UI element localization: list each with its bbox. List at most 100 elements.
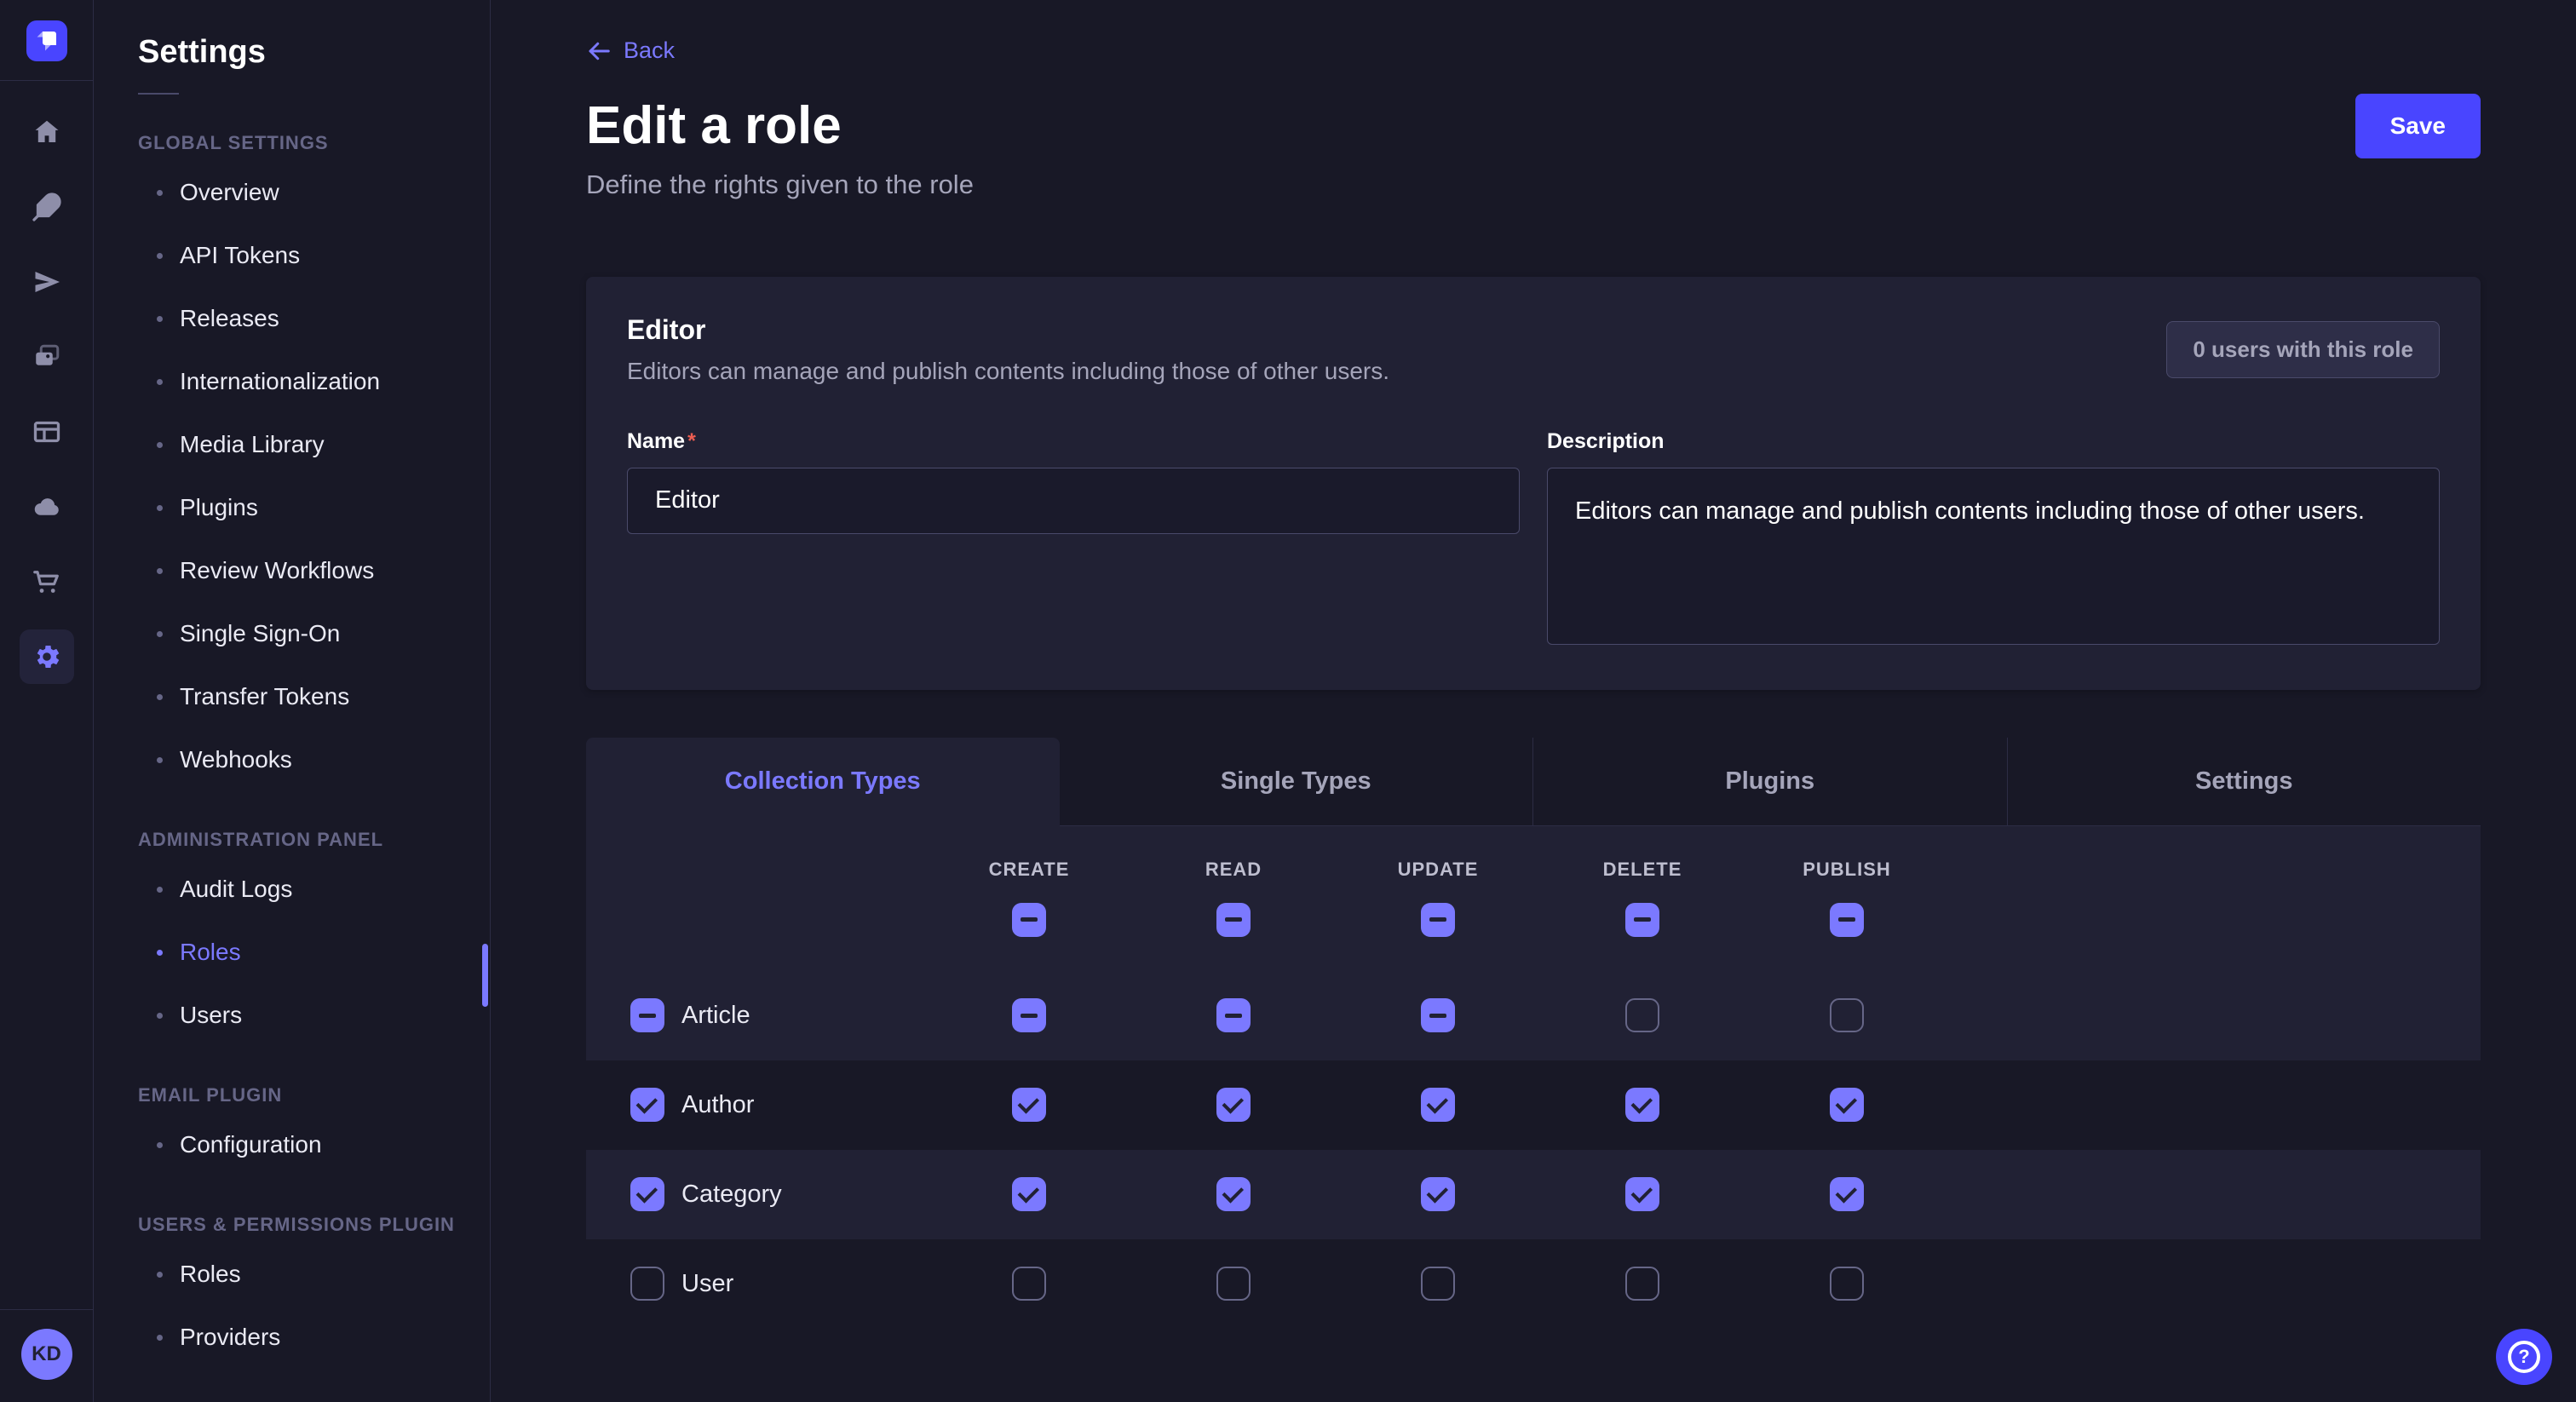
- checkbox-author-publish[interactable]: [1830, 1088, 1864, 1122]
- layout-icon[interactable]: [20, 405, 74, 459]
- tab-plugins[interactable]: Plugins: [1532, 738, 2007, 825]
- permissions-table: CREATE READ UPDATE DELETE PUBLISH: [586, 826, 2481, 1329]
- checkbox-article-create[interactable]: [1012, 998, 1046, 1032]
- main-content: Back Edit a role Define the rights given…: [491, 0, 2576, 1402]
- sidebar-item-releases[interactable]: Releases: [138, 287, 490, 350]
- checkbox-category-publish[interactable]: [1830, 1177, 1864, 1211]
- sidebar-item-label: Transfer Tokens: [180, 683, 349, 710]
- sidebar-item-audit-logs[interactable]: Audit Logs: [138, 858, 490, 921]
- role-details-card: Editor Editors can manage and publish co…: [586, 277, 2481, 690]
- bullet-icon: [157, 253, 163, 259]
- sidebar-item-label: Review Workflows: [180, 557, 374, 584]
- checkbox-user-update[interactable]: [1421, 1267, 1455, 1301]
- sidebar-item-users[interactable]: Users: [138, 984, 490, 1047]
- checkbox-user-publish[interactable]: [1830, 1267, 1864, 1301]
- sidebar-item-label: Releases: [180, 305, 279, 332]
- row-label: Author: [681, 1091, 754, 1119]
- section-header: ADMINISTRATION PANEL: [138, 829, 490, 851]
- sidebar-item-roles-admin[interactable]: Roles: [138, 921, 490, 984]
- checkbox-article-delete[interactable]: [1625, 998, 1659, 1032]
- checkbox-article-update[interactable]: [1421, 998, 1455, 1032]
- bullet-icon: [157, 950, 163, 956]
- column-header-update: UPDATE: [1336, 859, 1540, 881]
- rail-avatar-area: KD: [0, 1309, 93, 1402]
- sidebar-title-divider: [138, 93, 179, 95]
- users-with-role-badge[interactable]: 0 users with this role: [2166, 321, 2440, 378]
- checkbox-article-publish[interactable]: [1830, 998, 1864, 1032]
- sidebar-scrollbar-thumb[interactable]: [482, 944, 488, 1007]
- sidebar-item-webhooks[interactable]: Webhooks: [138, 728, 490, 791]
- sidebar-item-overview[interactable]: Overview: [138, 161, 490, 224]
- checkbox-author-create[interactable]: [1012, 1088, 1046, 1122]
- row-checkbox-user[interactable]: [630, 1267, 664, 1301]
- sidebar-item-label: Configuration: [180, 1131, 322, 1158]
- sidebar-item-providers[interactable]: Providers: [138, 1306, 490, 1369]
- tab-collection-types[interactable]: Collection Types: [586, 738, 1060, 825]
- bullet-icon: [157, 1013, 163, 1019]
- checkbox-author-update[interactable]: [1421, 1088, 1455, 1122]
- column-header-publish: PUBLISH: [1745, 859, 1949, 881]
- checkbox-user-delete[interactable]: [1625, 1267, 1659, 1301]
- sidebar-item-configuration[interactable]: Configuration: [138, 1113, 490, 1176]
- sidebar-item-single-sign-on[interactable]: Single Sign-On: [138, 602, 490, 665]
- tab-settings[interactable]: Settings: [2007, 738, 2481, 825]
- bullet-icon: [157, 1335, 163, 1341]
- row-checkbox-category[interactable]: [630, 1177, 664, 1211]
- strapi-logo[interactable]: [26, 20, 67, 61]
- bullet-icon: [157, 631, 163, 637]
- sidebar-item-review-workflows[interactable]: Review Workflows: [138, 539, 490, 602]
- description-textarea[interactable]: [1547, 468, 2440, 645]
- help-button[interactable]: ?: [2496, 1329, 2552, 1385]
- column-header-read: READ: [1131, 859, 1336, 881]
- master-checkbox-create[interactable]: [1012, 903, 1046, 937]
- master-checkbox-delete[interactable]: [1625, 903, 1659, 937]
- sidebar-item-label: Internationalization: [180, 368, 380, 395]
- sidebar-item-plugins[interactable]: Plugins: [138, 476, 490, 539]
- permissions-tabs: Collection Types Single Types Plugins Se…: [586, 738, 2481, 826]
- home-icon[interactable]: [20, 105, 74, 159]
- save-button[interactable]: Save: [2355, 94, 2481, 158]
- sidebar-item-transfer-tokens[interactable]: Transfer Tokens: [138, 665, 490, 728]
- sidebar-item-media-library[interactable]: Media Library: [138, 413, 490, 476]
- sidebar-item-label: Webhooks: [180, 746, 292, 773]
- bullet-icon: [157, 442, 163, 448]
- checkbox-author-read[interactable]: [1216, 1088, 1251, 1122]
- checkbox-author-delete[interactable]: [1625, 1088, 1659, 1122]
- send-icon[interactable]: [20, 255, 74, 309]
- avatar[interactable]: KD: [21, 1329, 72, 1380]
- sidebar-item-internationalization[interactable]: Internationalization: [138, 350, 490, 413]
- tab-single-types[interactable]: Single Types: [1060, 738, 1533, 825]
- cloud-icon[interactable]: [20, 480, 74, 534]
- gear-icon[interactable]: [20, 629, 74, 684]
- cart-icon[interactable]: [20, 554, 74, 609]
- sidebar-item-label: Plugins: [180, 494, 258, 521]
- master-checkbox-read[interactable]: [1216, 903, 1251, 937]
- row-checkbox-author[interactable]: [630, 1088, 664, 1122]
- sidebar-item-roles-up[interactable]: Roles: [138, 1243, 490, 1306]
- sidebar-item-api-tokens[interactable]: API Tokens: [138, 224, 490, 287]
- checkbox-category-create[interactable]: [1012, 1177, 1046, 1211]
- row-checkbox-article[interactable]: [630, 998, 664, 1032]
- bullet-icon: [157, 568, 163, 574]
- master-checkbox-update[interactable]: [1421, 903, 1455, 937]
- table-row-user: User: [586, 1239, 2481, 1329]
- bullet-icon: [157, 1142, 163, 1148]
- section-header: EMAIL PLUGIN: [138, 1084, 490, 1106]
- section-administration-panel: ADMINISTRATION PANEL Audit Logs Roles Us…: [138, 829, 490, 1047]
- checkbox-category-update[interactable]: [1421, 1177, 1455, 1211]
- section-global-settings: GLOBAL SETTINGS Overview API Tokens Rele…: [138, 132, 490, 791]
- row-label: Category: [681, 1181, 782, 1209]
- name-input[interactable]: [627, 468, 1520, 534]
- checkbox-category-delete[interactable]: [1625, 1177, 1659, 1211]
- bullet-icon: [157, 190, 163, 196]
- checkbox-user-read[interactable]: [1216, 1267, 1251, 1301]
- section-header: GLOBAL SETTINGS: [138, 132, 490, 154]
- table-row-author: Author: [586, 1060, 2481, 1150]
- back-link[interactable]: Back: [586, 37, 675, 64]
- feather-icon[interactable]: [20, 180, 74, 234]
- master-checkbox-publish[interactable]: [1830, 903, 1864, 937]
- checkbox-user-create[interactable]: [1012, 1267, 1046, 1301]
- checkbox-article-read[interactable]: [1216, 998, 1251, 1032]
- images-icon[interactable]: [20, 330, 74, 384]
- checkbox-category-read[interactable]: [1216, 1177, 1251, 1211]
